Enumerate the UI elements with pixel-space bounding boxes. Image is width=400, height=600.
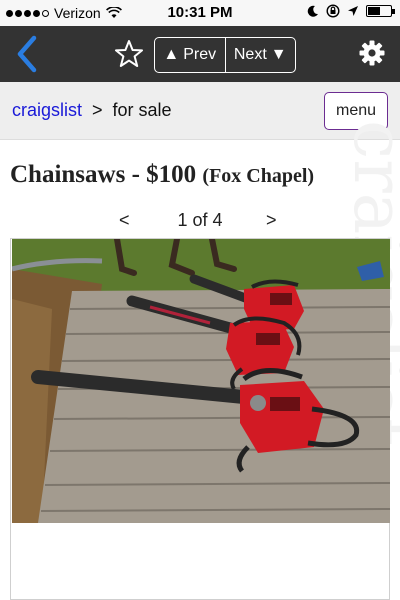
breadcrumb-separator: >	[92, 100, 103, 120]
prev-next-pager: ▲ Prev Next ▼	[154, 37, 296, 73]
next-label: Next	[233, 46, 267, 63]
next-button[interactable]: Next ▼	[224, 38, 296, 72]
posting-location: (Fox Chapel)	[202, 165, 315, 187]
breadcrumb-bar: craigslist > for sale menu	[0, 82, 400, 140]
triangle-down-icon: ▼	[270, 46, 287, 63]
triangle-up-icon: ▲	[163, 46, 180, 63]
gear-icon	[359, 40, 385, 66]
gallery-nav: < 1 of 4 >	[0, 210, 400, 234]
prev-button[interactable]: ▲ Prev	[155, 38, 225, 72]
photo-frame	[10, 238, 390, 600]
chainsaws-photo-illustration	[12, 239, 390, 523]
menu-button[interactable]: menu	[324, 92, 388, 130]
listing-photo[interactable]	[12, 239, 390, 523]
gallery-next-button[interactable]: >	[266, 210, 277, 231]
posting-title-text: Chainsaws - $100	[10, 161, 197, 188]
status-right	[307, 4, 395, 18]
prev-label: Prev	[183, 46, 217, 63]
settings-button[interactable]	[358, 39, 386, 67]
favorite-button[interactable]	[114, 39, 144, 69]
breadcrumb: craigslist > for sale	[12, 100, 172, 121]
back-chevron-icon	[17, 35, 37, 73]
nav-bar: ▲ Prev Next ▼	[0, 26, 400, 82]
posting-title: Chainsaws - $100 (Fox Chapel)	[10, 161, 314, 189]
back-button[interactable]	[12, 34, 42, 74]
breadcrumb-section[interactable]: for sale	[113, 100, 172, 121]
battery-icon	[366, 5, 395, 17]
status-bar: Verizon 10:31 PM	[0, 0, 400, 26]
moon-icon	[307, 5, 318, 17]
location-arrow-icon	[348, 6, 358, 16]
gallery-counter: 1 of 4	[177, 210, 223, 230]
rotation-lock-icon	[326, 4, 340, 18]
star-icon	[115, 40, 143, 67]
breadcrumb-craigslist-link[interactable]: craigslist	[12, 100, 82, 121]
